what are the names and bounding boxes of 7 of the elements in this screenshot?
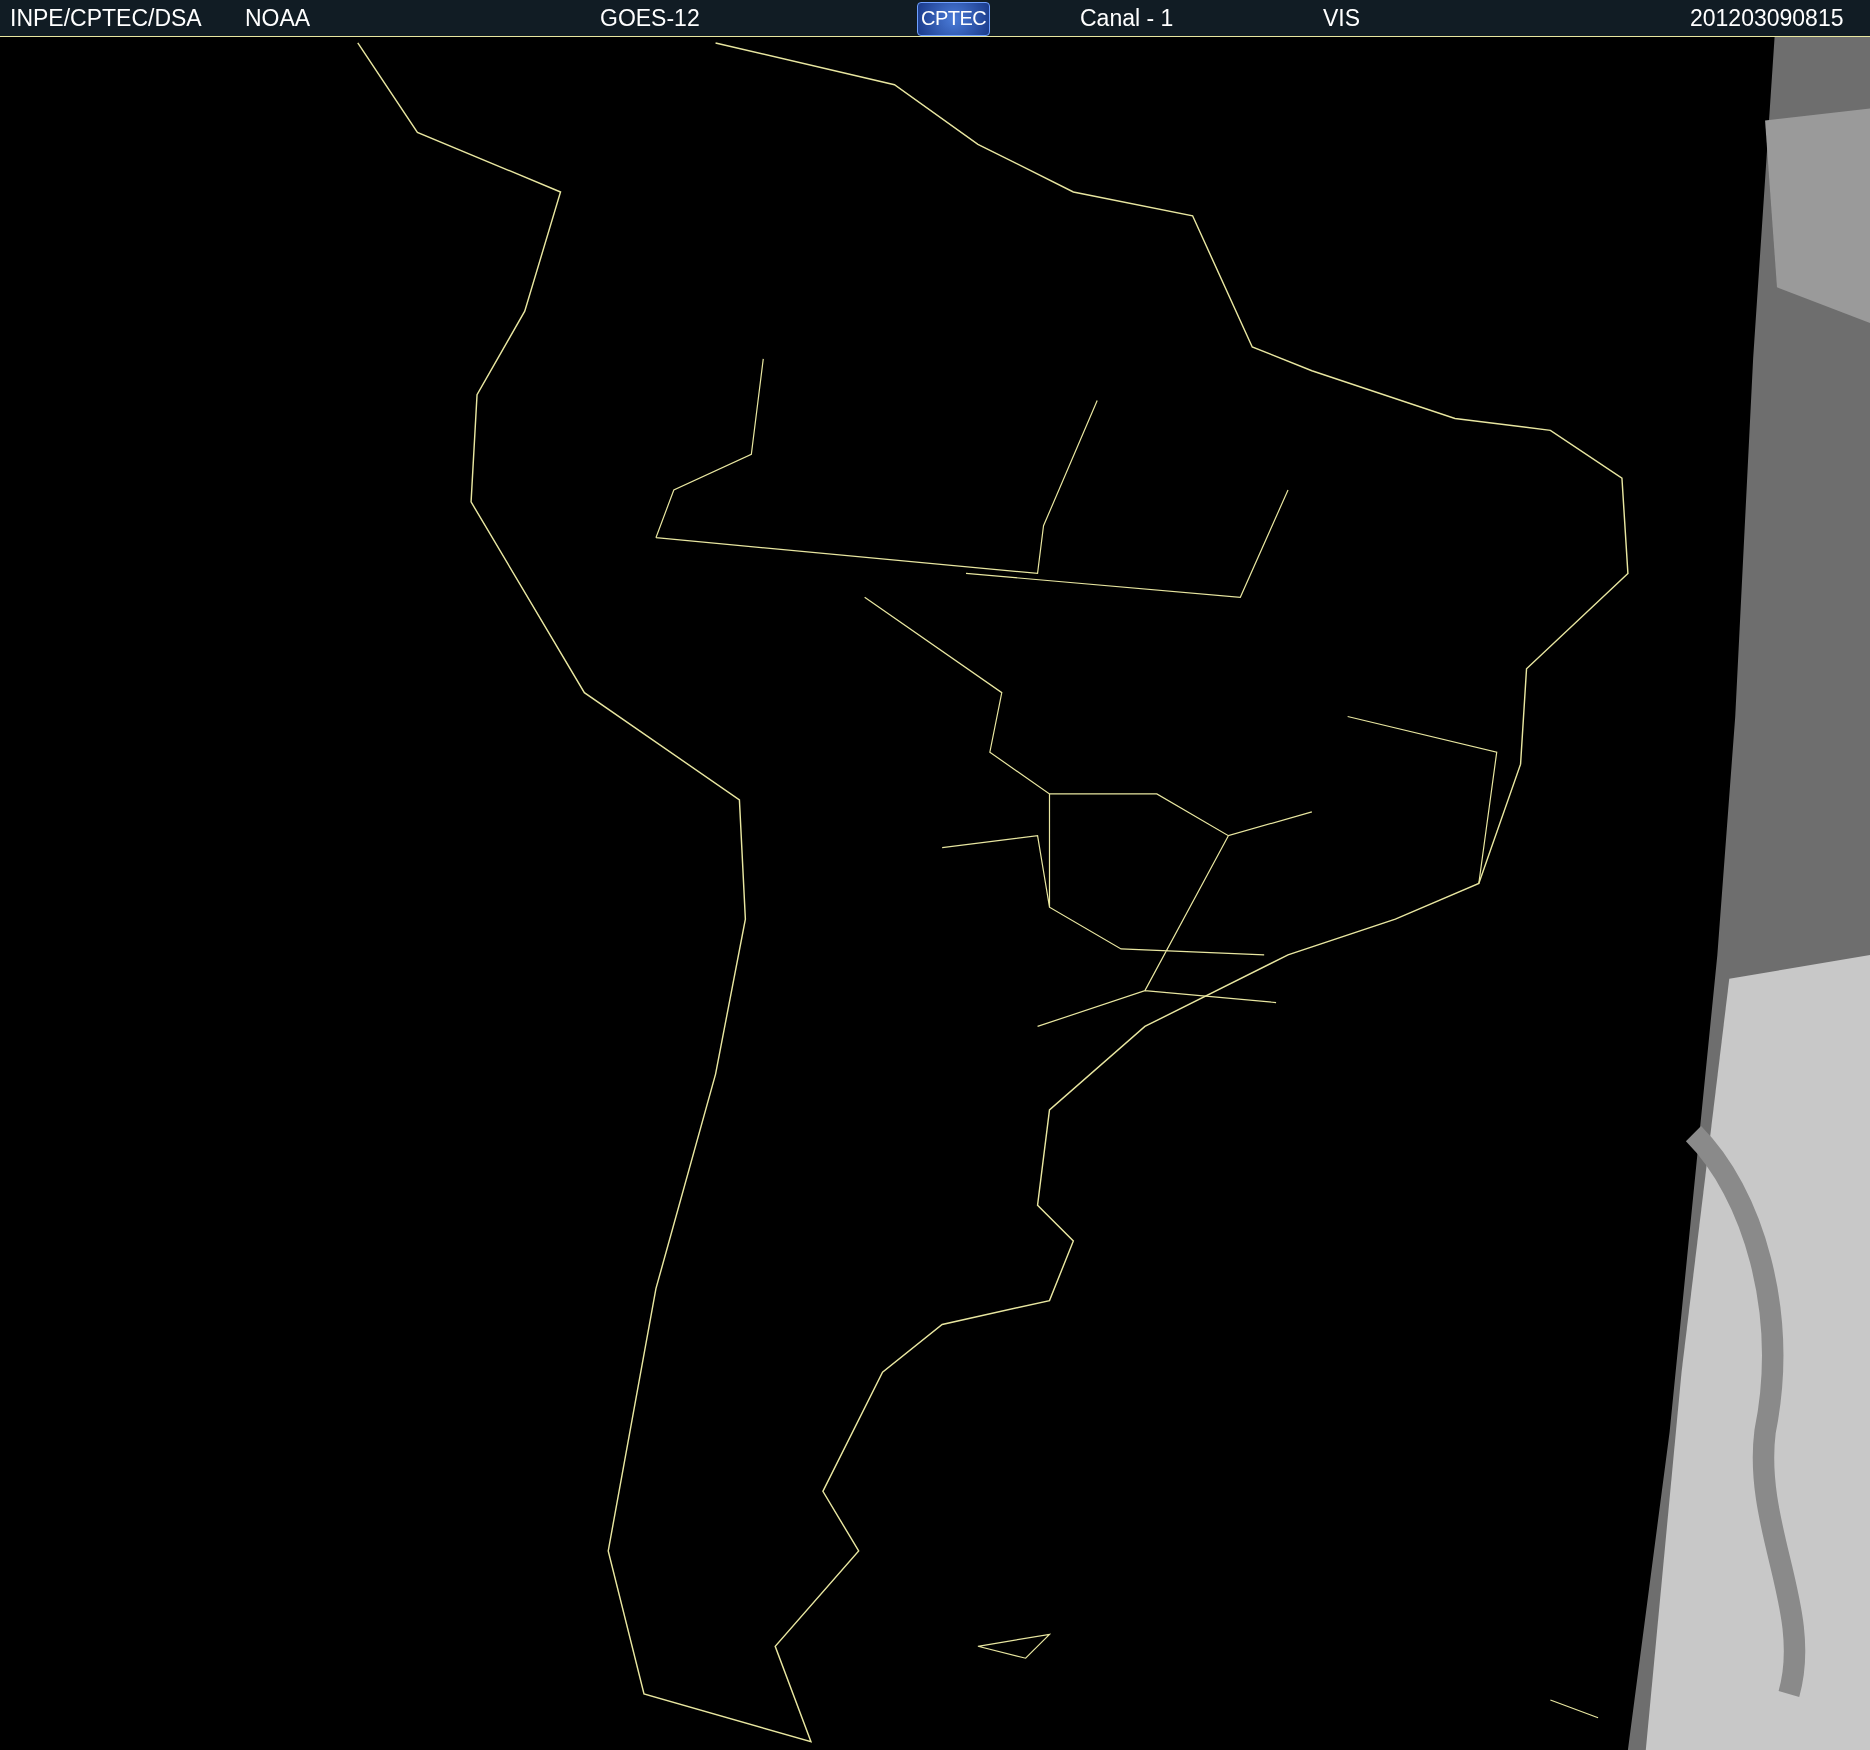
agency-label: NOAA bbox=[245, 4, 311, 31]
source-label: INPE/CPTEC/DSA bbox=[10, 4, 202, 31]
satellite-label: GOES-12 bbox=[600, 4, 700, 31]
timestamp-label: 201203090815 bbox=[1690, 4, 1844, 31]
channel-label: Canal - 1 bbox=[1080, 4, 1174, 31]
logo: CPTEC bbox=[917, 2, 991, 36]
band-label: VIS bbox=[1323, 4, 1361, 31]
